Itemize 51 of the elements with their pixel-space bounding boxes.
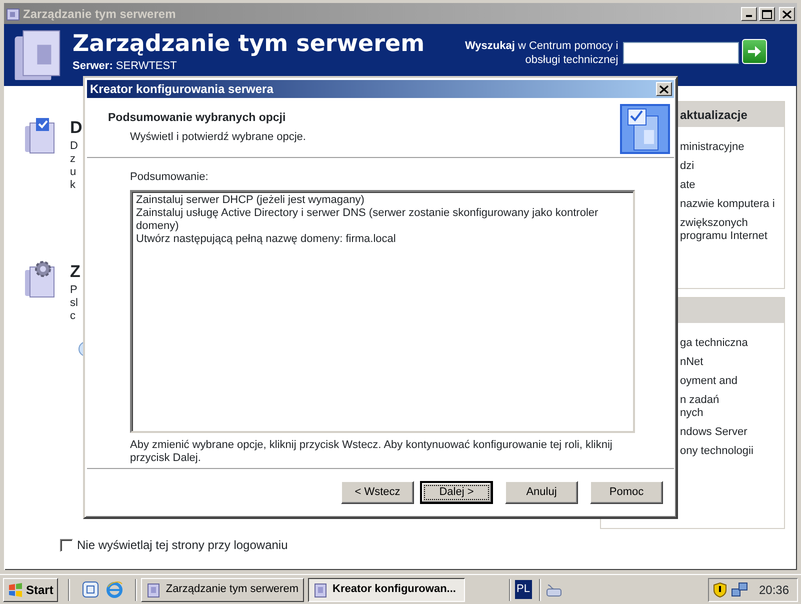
language-indicator[interactable]: PL: [514, 580, 532, 599]
help-button[interactable]: Pomoc: [590, 480, 663, 504]
section-text: c: [70, 310, 76, 323]
server-icon: [146, 582, 162, 598]
shield-icon[interactable]: [713, 582, 728, 598]
checkbox-label: Nie wyświetlaj tej strony przy logowaniu: [77, 537, 288, 554]
dialog-title: Kreator konfigurowania serwera: [90, 81, 274, 98]
search-caption: Wyszukaj w Centrum pomocy i obsługi technicznej: [464, 39, 618, 67]
network-icon[interactable]: [731, 582, 750, 598]
next-button[interactable]: Dalej >: [420, 480, 493, 504]
back-button[interactable]: < Wstecz: [341, 480, 414, 504]
summary-label: Podsumowanie:: [130, 170, 210, 185]
server-icon: [312, 582, 328, 598]
step-subheading: Wyświetl i potwierdź wybrane opcje.: [129, 130, 306, 146]
server-icon: [6, 6, 20, 20]
section-text: P: [70, 284, 78, 297]
close-button[interactable]: [656, 82, 672, 96]
arrow-icon: [746, 43, 763, 60]
cancel-button[interactable]: Anuluj: [505, 480, 578, 504]
flag-icon: [8, 582, 23, 596]
step-heading: Podsumowanie wybranych opcji: [108, 111, 287, 126]
search-field[interactable]: [623, 42, 740, 64]
close-icon: [657, 83, 671, 95]
section-text: k: [70, 179, 76, 192]
server-name: Serwer: SERWTEST: [72, 59, 178, 73]
section-text: u: [70, 166, 78, 179]
summary-field[interactable]: Zainstaluj serwer DHCP (jeżeli jest wymagany) Zainstaluj usługę Active Directory i serwer DNS (serwer zostanie skonfigurowany jako kontroler domeny) Utwórz następującą pełną nazwę domeny: firma.local: [130, 190, 635, 432]
keyboard-icon[interactable]: [544, 582, 563, 596]
server-gear-icon: [22, 260, 56, 300]
taskbar-button[interactable]: Zarządzanie tym serwerem: [140, 578, 304, 602]
desktop-icon[interactable]: [82, 581, 99, 598]
section-text: z: [70, 153, 76, 166]
section-text: D: [70, 140, 79, 153]
section-heading: Z: [70, 261, 80, 283]
go-button[interactable]: [742, 39, 767, 64]
close-button[interactable]: [779, 6, 795, 20]
section-text: sl: [70, 297, 79, 310]
section-heading: D: [70, 117, 82, 139]
window-title: Zarządzanie tym serwerem: [23, 6, 176, 22]
taskbar-button[interactable]: Kreator konfigurowan...: [308, 578, 464, 602]
start-button[interactable]: Start: [3, 578, 58, 602]
page-title: Zarządzanie tym serwerem: [72, 30, 425, 59]
minimize-icon: [746, 14, 752, 16]
minimize-button[interactable]: [741, 6, 757, 20]
wizard-checklist-icon: [620, 104, 670, 154]
close-icon: [780, 8, 794, 20]
maximize-button[interactable]: [759, 6, 775, 20]
panel-heading: aktualizacje: [680, 106, 748, 124]
server-checklist-icon: [22, 116, 56, 156]
instruction-text: Aby zmienić wybrane opcje, kliknij przycisk Wstecz. Aby kontynuować konfigurowanie tej roli, kliknij przycisk Dalej.: [130, 438, 614, 464]
clock: 20:36: [758, 582, 789, 598]
